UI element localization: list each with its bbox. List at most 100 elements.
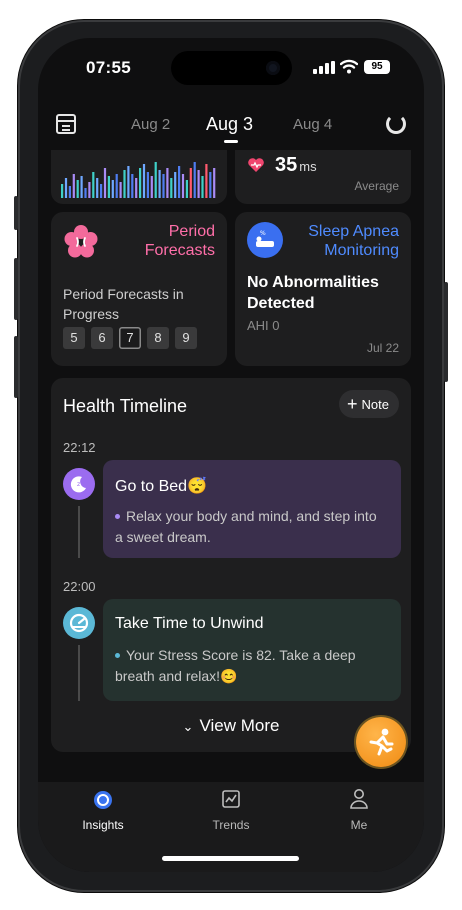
date-next[interactable]: Aug 4 [293,116,332,133]
sleep-bar [174,172,177,198]
sleep-bar [80,176,83,198]
trends-chart-icon [222,790,240,808]
date-prev[interactable]: Aug 2 [131,116,170,133]
period-day-boxes: 56789 [63,327,203,349]
sleep-bar [162,174,165,198]
day-box[interactable]: 5 [63,327,85,349]
flower-icon [64,225,98,258]
apnea-date: Jul 22 [366,341,399,355]
timeline-entry-bedtime[interactable]: Go to Bed😴 Relax your body and mind, and… [103,460,401,558]
period-card-title: Period Forecasts [144,223,215,259]
sleep-bar [201,176,204,198]
sleep-bar [197,170,200,198]
calendar-icon[interactable] [56,114,76,134]
sleep-bar [135,178,138,198]
hrv-card[interactable]: 35 ms Average [235,150,411,204]
sleep-bar [84,188,87,198]
timeline-entry-body: Relax your body and mind, and step into … [115,508,377,545]
sleep-bar [111,180,114,198]
workout-fab[interactable] [356,717,406,767]
timeline-entry-unwind[interactable]: Take Time to Unwind Your Stress Score is… [103,599,401,701]
sleep-bar [181,174,185,198]
battery-indicator: 95 [364,60,390,74]
sleep-bar [64,178,68,198]
sleep-bar [166,168,169,198]
period-description: Period Forecasts in Progress [63,286,184,322]
tab-label: Me [350,818,368,832]
wifi-icon [340,59,358,74]
timeline-entry-body: Your Stress Score is 82. Take a deep bre… [115,647,356,684]
sleep-bar [131,174,134,198]
sleep-bar [61,184,64,198]
sleep-bar [72,174,75,198]
insights-ring-icon [94,791,112,809]
day-box[interactable]: 8 [147,327,169,349]
date-current[interactable]: Aug 3 [206,114,253,135]
plus-icon: + [347,394,358,414]
date-underline [224,140,238,143]
sleep-bar [158,170,161,198]
svg-text:%: % [260,230,266,237]
sleep-bar [115,174,118,198]
sleep-bar [146,172,149,198]
camera-icon [266,61,280,75]
timeline-entry-title: Go to Bed😴 [115,478,207,495]
sleep-bar [150,176,153,198]
sleep-bar [213,168,216,198]
sleep-bar [119,182,122,198]
period-forecast-card[interactable]: Period Forecasts Period Forecasts in Pro… [51,212,227,366]
chevron-down-icon: ⌄ [182,719,194,734]
apnea-ahi: AHI 0 [247,318,280,333]
hrv-value: 35 ms [275,154,317,176]
home-indicator [162,856,299,861]
sleep-bar [142,164,146,198]
timeline-time: 22:12 [63,440,96,455]
hrv-caption: Average [354,179,399,193]
sleep-bar [178,166,181,198]
sleep-chart-card[interactable] [51,150,227,204]
timeline-connector [78,506,80,558]
sleep-bar [189,168,192,198]
timeline-title: Health Timeline [63,396,188,416]
sleep-bar [103,168,107,198]
hrv-unit: ms [299,159,317,174]
timeline-connector [78,645,80,701]
volume-down-button [14,336,18,398]
day-box[interactable]: 6 [91,327,113,349]
add-note-button[interactable]: + Note [339,390,399,418]
day-box[interactable]: 9 [175,327,197,349]
gauge-icon [63,607,95,639]
dynamic-island [171,51,292,85]
sleep-bar [68,186,71,198]
tab-label: Insights [82,818,124,832]
health-timeline-card: Health Timeline + Note 22:12 z Go to Bed😴… [51,378,411,752]
bottom-tab-bar: Insights Trends Me [38,782,424,872]
sleep-bar [205,164,208,198]
sleep-bar [92,172,95,198]
sleep-bar [100,184,103,198]
sleep-bar [127,166,130,198]
person-icon [350,789,368,809]
running-person-icon [369,728,394,756]
sleep-bar [76,180,79,198]
sleep-bar [96,178,99,198]
status-bar: 07:55 95 [38,38,424,94]
sleep-apnea-card[interactable]: % Sleep Apnea Monitoring No Abnormalitie… [235,212,411,366]
sync-icon[interactable] [386,114,406,134]
cellular-signal-icon [313,61,335,74]
sleep-bar [185,180,188,198]
moon-icon: z [63,468,95,500]
sleep-bar [123,170,126,198]
sleep-bar [139,168,142,198]
sleep-bar [154,162,157,198]
apnea-status: No Abnormalities Detected [247,274,379,312]
sleep-bar [107,176,110,198]
sleep-bar [193,162,196,198]
day-box-selected[interactable]: 7 [119,327,141,349]
action-button [14,196,18,230]
app-screen: 07:55 95 Aug 2 Aug 3 Aug 4 35ms Average [38,38,424,872]
sleep-bar [88,182,91,198]
sleep-bar [209,172,212,198]
sleep-bar [170,178,173,198]
heart-icon [248,158,264,172]
